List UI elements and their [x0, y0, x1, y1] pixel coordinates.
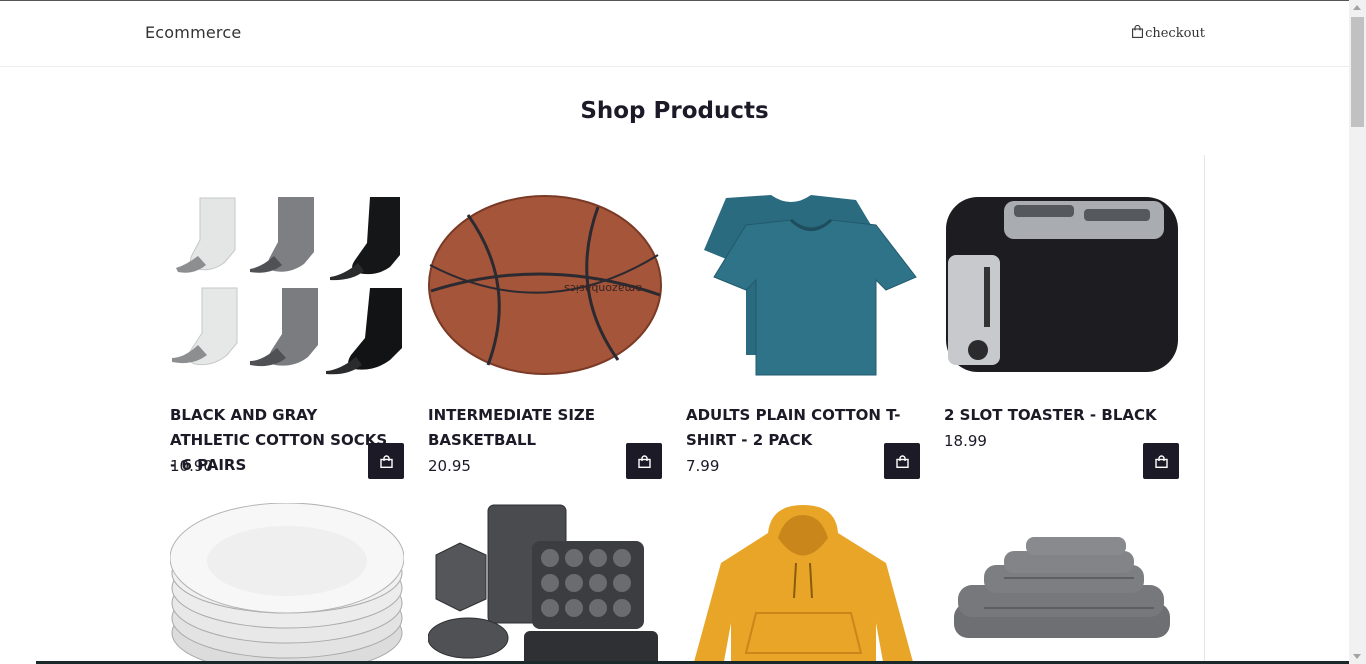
vertical-scrollbar[interactable]	[1349, 0, 1366, 664]
navbar: Ecommerce checkout	[0, 1, 1349, 67]
shopping-bag-icon	[637, 454, 651, 468]
toaster-image[interactable]	[944, 195, 1178, 380]
shopping-bag-icon	[895, 454, 909, 468]
checkout-link[interactable]: checkout	[1132, 25, 1205, 41]
towels-image[interactable]	[944, 503, 1178, 664]
brand-logo[interactable]: Ecommerce	[145, 23, 241, 42]
scrollbar-thumb[interactable]	[1351, 17, 1364, 127]
shopping-bag-icon	[1154, 454, 1168, 468]
product-price: 10.90	[170, 457, 213, 475]
tshirt-image[interactable]	[686, 195, 920, 380]
add-to-cart-button[interactable]	[884, 443, 920, 479]
product-name[interactable]: INTERMEDIATE SIZE BASKETBALL	[428, 403, 656, 453]
svg-text:amazonbasics: amazonbasics	[564, 282, 642, 295]
product-grid-divider	[1204, 155, 1205, 664]
scroll-up-arrow-icon[interactable]	[1353, 5, 1361, 10]
product-name[interactable]: ADULTS PLAIN COTTON T-SHIRT - 2 PACK	[686, 403, 914, 453]
shopping-bag-icon	[379, 454, 393, 468]
checkout-label: checkout	[1145, 26, 1205, 41]
plates-image[interactable]	[170, 503, 404, 664]
basketball-image[interactable]: amazonbasics	[428, 195, 662, 380]
product-price: 18.99	[944, 432, 987, 450]
shopping-bag-icon	[1132, 25, 1144, 38]
product-price: 7.99	[686, 457, 720, 475]
hoodie-image[interactable]	[686, 503, 920, 664]
add-to-cart-button[interactable]	[1143, 443, 1179, 479]
bakeware-image[interactable]	[428, 503, 662, 664]
page-title: Shop Products	[580, 98, 769, 124]
add-to-cart-button[interactable]	[368, 443, 404, 479]
add-to-cart-button[interactable]	[626, 443, 662, 479]
product-name[interactable]: 2 SLOT TOASTER - BLACK	[944, 403, 1172, 428]
scroll-down-arrow-icon[interactable]	[1353, 654, 1361, 659]
socks-image[interactable]	[170, 195, 404, 380]
product-price: 20.95	[428, 457, 471, 475]
